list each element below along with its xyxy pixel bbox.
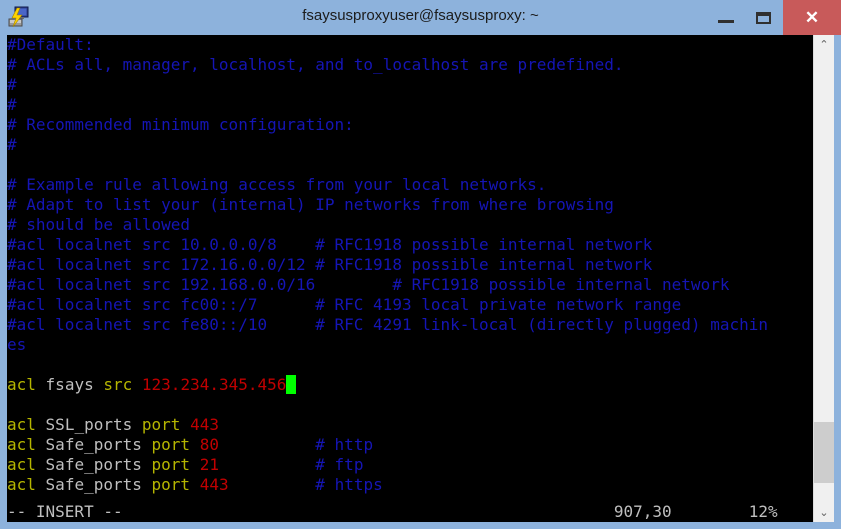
minimize-button[interactable]	[707, 0, 745, 35]
terminal-line: #	[7, 75, 17, 94]
terminal-line: acl SSL_ports port 443	[7, 415, 219, 434]
terminal-line: #Default:	[7, 35, 94, 54]
terminal-line: #acl localnet src fc00::/7 # RFC 4193 lo…	[7, 295, 682, 314]
scrollbar-track[interactable]	[814, 54, 834, 503]
scrollbar-thumb[interactable]	[814, 422, 834, 483]
terminal-line: #	[7, 95, 17, 114]
close-button[interactable]: ✕	[783, 0, 841, 35]
text-cursor	[286, 375, 297, 394]
vim-status-line: -- INSERT -- 907,30 12%	[7, 502, 813, 522]
scroll-down-icon[interactable]: ⌄	[814, 503, 834, 522]
putty-icon	[8, 6, 30, 29]
terminal-line: #	[7, 135, 17, 154]
maximize-icon	[756, 12, 771, 24]
terminal-line: acl fsays src 123.234.345.456	[7, 375, 813, 395]
close-icon: ✕	[804, 8, 820, 27]
terminal-line: #acl localnet src 192.168.0.0/16 # RFC19…	[7, 275, 730, 294]
maximize-button[interactable]	[745, 0, 783, 35]
terminal-line: # Adapt to list your (internal) IP netwo…	[7, 195, 614, 214]
title-bar[interactable]: fsaysusproxyuser@fsaysusproxy: ~ ✕	[0, 0, 841, 35]
terminal-line: # ACLs all, manager, localhost, and to_l…	[7, 55, 624, 74]
putty-window: fsaysusproxyuser@fsaysusproxy: ~ ✕ #Defa…	[0, 0, 841, 529]
minimize-icon	[718, 20, 734, 23]
terminal-line: #acl localnet src 10.0.0.0/8 # RFC1918 p…	[7, 235, 653, 254]
terminal-screen: #Default: # ACLs all, manager, localhost,…	[7, 35, 813, 522]
terminal-line: #acl localnet src 172.16.0.0/12 # RFC191…	[7, 255, 653, 274]
scroll-up-icon[interactable]: ⌃	[814, 35, 834, 54]
terminal-line: es	[7, 335, 27, 354]
terminal-area[interactable]: #Default: # ACLs all, manager, localhost,…	[7, 35, 813, 522]
terminal-line: # Recommended minimum configuration:	[7, 115, 354, 134]
terminal-line: #acl localnet src fe80::/10 # RFC 4291 l…	[7, 315, 768, 334]
terminal-line: acl Safe_ports port 80 # http	[7, 435, 374, 454]
cursor-position: 907,30	[613, 502, 749, 521]
vim-mode-indicator: -- INSERT --	[7, 502, 614, 521]
terminal-line: # Example rule allowing access from your…	[7, 175, 547, 194]
terminal-line: # should be allowed	[7, 215, 191, 234]
terminal-line: acl Safe_ports port 443 # https	[7, 475, 383, 494]
terminal-line: acl Safe_ports port 21 # ftp	[7, 455, 364, 474]
terminal-scrollbar[interactable]: ⌃ ⌄	[813, 35, 834, 522]
scroll-percent: 12%	[748, 502, 778, 521]
